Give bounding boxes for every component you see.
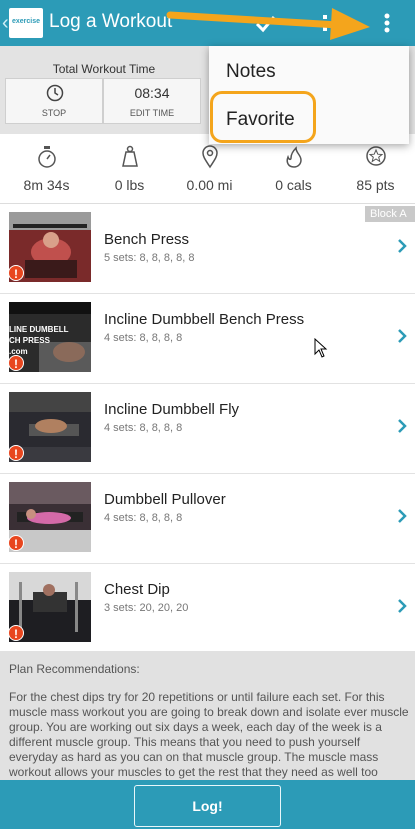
stat-calories: 0 cals — [252, 134, 335, 204]
exercise-row[interactable]: ! Bench Press 5 sets: 8, 8, 8, 8, 8 — [0, 204, 415, 294]
menu-item-notes[interactable]: Notes — [209, 48, 409, 96]
stop-label: STOP — [41, 108, 67, 118]
flame-icon — [286, 146, 302, 168]
chevron-right-icon[interactable] — [397, 598, 407, 614]
exercise-name: Incline Dumbbell Fly — [104, 401, 240, 418]
warning-icon: ! — [8, 445, 24, 461]
stopwatch-icon — [38, 146, 56, 168]
log-button[interactable]: Log! — [134, 785, 281, 827]
weight-icon — [122, 145, 138, 167]
warning-icon: ! — [8, 625, 24, 641]
plan-recommendations: Plan Recommendations: For the chest dips… — [0, 651, 415, 780]
exercise-row[interactable]: ! Chest Dip 3 sets: 20, 20, 20 — [0, 564, 415, 654]
exercise-sets: 5 sets: 8, 8, 8, 8, 8 — [104, 252, 195, 264]
stats-row: 8m 34s 0 lbs 0.00 mi 0 cals 85 pts — [0, 134, 415, 204]
edit-time-button[interactable]: 08:34 EDIT TIME — [103, 78, 201, 124]
exercise-name: Dumbbell Pullover — [104, 491, 226, 508]
stat-distance-value: 0.00 mi — [186, 177, 233, 193]
time-value: 08:34 — [134, 85, 170, 101]
recommendations-title: Plan Recommendations: — [9, 662, 140, 676]
annotation-arrow-icon — [166, 8, 370, 40]
thumbnail-caption: LINE DUMBELL CH PRESS .com — [9, 325, 69, 356]
app-bar: ‹ exercise Log a Workout — [0, 0, 415, 46]
timer-title: Total Workout Time — [52, 62, 156, 76]
overflow-menu: Notes Favorite — [209, 46, 409, 144]
logo-text: exercise — [11, 18, 41, 25]
chevron-right-icon[interactable] — [397, 418, 407, 434]
star-icon — [366, 146, 386, 166]
exercise-name: Chest Dip — [104, 581, 170, 598]
exercise-name: Bench Press — [104, 231, 190, 248]
warning-icon: ! — [8, 265, 24, 281]
exercise-row[interactable]: ! Dumbbell Pullover 4 sets: 8, 8, 8, 8 — [0, 474, 415, 564]
exercise-row[interactable]: LINE DUMBELL CH PRESS .com ! Incline Dum… — [0, 294, 415, 384]
exercise-name: Incline Dumbbell Bench Press — [104, 311, 305, 328]
location-pin-icon — [202, 145, 218, 169]
stat-calories-value: 0 cals — [275, 177, 312, 193]
clock-icon — [46, 84, 64, 102]
overflow-menu-icon[interactable] — [372, 8, 402, 38]
edit-time-label: EDIT TIME — [129, 108, 175, 118]
stat-distance: 0.00 mi — [168, 134, 251, 204]
stat-weight-value: 0 lbs — [114, 177, 145, 193]
stat-points: 85 pts — [334, 134, 415, 204]
recommendations-body: For the chest dips try for 20 repetition… — [9, 690, 409, 779]
exercise-row[interactable]: ! Incline Dumbbell Fly 4 sets: 8, 8, 8, … — [0, 384, 415, 474]
app-logo[interactable]: exercise — [9, 8, 43, 38]
stat-points-value: 85 pts — [356, 177, 395, 193]
stat-weight: 0 lbs — [88, 134, 171, 204]
stat-duration: 8m 34s — [5, 134, 88, 204]
exercise-sets: 4 sets: 8, 8, 8, 8 — [104, 422, 183, 434]
exercise-list: Block A ! Bench Press 5 sets: 8, 8, 8, 8… — [0, 204, 415, 654]
favorite-highlight — [210, 91, 316, 143]
back-icon[interactable]: ‹ — [2, 11, 9, 35]
warning-icon: ! — [8, 355, 24, 371]
mouse-cursor-icon — [314, 338, 328, 358]
exercise-sets: 4 sets: 8, 8, 8, 8 — [104, 512, 183, 524]
footer-bar: Log! — [0, 780, 415, 829]
stat-duration-value: 8m 34s — [23, 177, 70, 193]
exercise-sets: 4 sets: 8, 8, 8, 8 — [104, 332, 183, 344]
exercise-sets: 3 sets: 20, 20, 20 — [104, 602, 189, 614]
chevron-right-icon[interactable] — [397, 508, 407, 524]
chevron-right-icon[interactable] — [397, 238, 407, 254]
page-title: Log a Workout — [49, 11, 173, 32]
warning-icon: ! — [8, 535, 24, 551]
chevron-right-icon[interactable] — [397, 328, 407, 344]
stop-button[interactable]: STOP — [5, 78, 103, 124]
